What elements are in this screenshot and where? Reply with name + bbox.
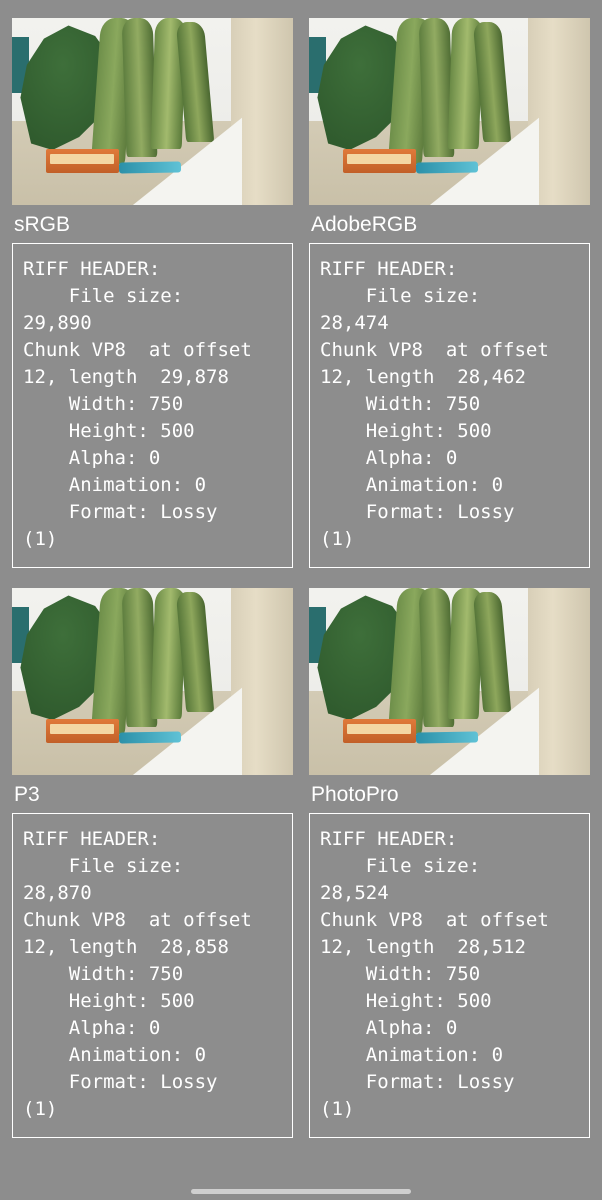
riff-info-box: RIFF HEADER: File size: 28,474 Chunk VP8… (309, 243, 590, 568)
thumbnail-image (309, 18, 590, 205)
riff-info-box: RIFF HEADER: File size: 29,890 Chunk VP8… (12, 243, 293, 568)
panel-srgb: sRGB RIFF HEADER: File size: 29,890 Chun… (12, 18, 293, 568)
thumbnail-image (12, 18, 293, 205)
home-indicator[interactable] (191, 1189, 411, 1194)
panel-title: sRGB (12, 211, 293, 237)
comparison-grid: sRGB RIFF HEADER: File size: 29,890 Chun… (0, 0, 602, 1166)
panel-p3: P3 RIFF HEADER: File size: 28,870 Chunk … (12, 588, 293, 1138)
thumbnail-image (309, 588, 590, 775)
panel-title: P3 (12, 781, 293, 807)
panel-title: AdobeRGB (309, 211, 590, 237)
panel-title: PhotoPro (309, 781, 590, 807)
thumbnail-image (12, 588, 293, 775)
panel-photopro: PhotoPro RIFF HEADER: File size: 28,524 … (309, 588, 590, 1138)
riff-info-box: RIFF HEADER: File size: 28,524 Chunk VP8… (309, 813, 590, 1138)
riff-info-box: RIFF HEADER: File size: 28,870 Chunk VP8… (12, 813, 293, 1138)
panel-adobergb: AdobeRGB RIFF HEADER: File size: 28,474 … (309, 18, 590, 568)
